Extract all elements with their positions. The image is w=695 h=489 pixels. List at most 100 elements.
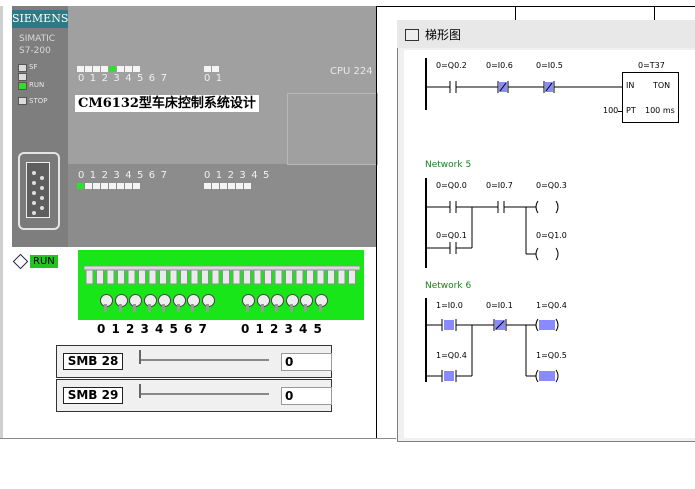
r1-contact3-caption: 0=I0.5	[536, 61, 563, 70]
smb29-track[interactable]	[139, 393, 269, 395]
n6-c2-caption: 0=I0.1	[486, 301, 513, 310]
terminal-screw-16	[253, 269, 262, 285]
input-switch-b-1[interactable]	[256, 294, 270, 314]
output-b-led-0	[204, 66, 211, 72]
n6-contact-q0-4[interactable]	[442, 368, 456, 386]
project-title: CM6132型车床控制系统设计	[75, 95, 259, 112]
cpu-label: CPU 224	[330, 66, 373, 77]
input-a-led-6	[125, 183, 132, 189]
run-indicator[interactable]: RUN	[12, 251, 58, 270]
switch-b-digit-3: 3	[284, 322, 293, 336]
timer-in-label: IN	[626, 81, 635, 90]
input-b-led-5	[244, 183, 251, 189]
terminal-screw-14	[232, 269, 241, 285]
input-a-digit-6: 6	[148, 170, 156, 181]
n6-coil-q0-4[interactable]	[534, 318, 562, 332]
input-switch-b-2[interactable]	[271, 294, 284, 314]
smb28-thumb[interactable]	[139, 350, 149, 364]
input-b-digit-5: 5	[262, 170, 270, 181]
smb29-label: SMB 29	[63, 387, 123, 404]
sf-led-2	[18, 73, 27, 81]
smb28-value[interactable]: 0	[281, 353, 332, 371]
output-a-digit-4: 4	[125, 73, 132, 84]
input-switch-b-5[interactable]	[314, 294, 328, 314]
r1-contact-q0-2[interactable]	[448, 78, 458, 96]
input-switch-a-2[interactable]	[129, 294, 142, 314]
input-b-digit-2: 2	[227, 170, 234, 181]
n6-contact-i0-0[interactable]	[442, 316, 456, 334]
input-switch-a-5[interactable]	[172, 294, 186, 314]
background-window-2[interactable]	[515, 6, 655, 21]
switch-b-digit-4: 4	[299, 322, 308, 336]
r1-contact-i0-5[interactable]	[543, 78, 555, 96]
network-6-label: Network 6	[425, 281, 472, 291]
pt-wire	[618, 111, 622, 112]
background-window-3[interactable]	[654, 6, 695, 21]
input-switch-a-4[interactable]	[158, 294, 171, 314]
terminal-blocks	[83, 265, 361, 286]
n6-c1-caption: 1=I0.0	[436, 301, 463, 310]
n5-c1-caption: 0=Q0.0	[436, 181, 467, 190]
switch-digits-b: 012345	[241, 322, 328, 336]
input-switch-b-4[interactable]	[300, 294, 313, 314]
terminal-screw-1	[96, 269, 104, 285]
background-window-1[interactable]	[376, 6, 516, 21]
input-switch-b-0[interactable]	[242, 294, 255, 314]
terminal-screw-3	[117, 269, 125, 285]
input-switch-b-3[interactable]	[285, 294, 299, 314]
mode-diamond-icon	[12, 253, 29, 270]
timer-unit: 100 ms	[645, 106, 675, 115]
smb28-track[interactable]	[139, 359, 269, 361]
input-a-led-5	[117, 183, 124, 189]
cartridge-slot	[287, 93, 378, 165]
input-a-digit-0: 0	[78, 170, 85, 181]
r1-contact-i0-6[interactable]	[497, 78, 509, 96]
output-a-led-1	[85, 66, 92, 72]
input-switches	[92, 292, 334, 320]
terminal-screw-22	[316, 269, 325, 285]
terminal-screw-18	[274, 269, 283, 285]
switch-a-digit-1: 1	[111, 322, 120, 336]
input-switch-a-7[interactable]	[201, 294, 215, 314]
smb29-thumb[interactable]	[139, 384, 149, 398]
output-a-digit-7: 7	[160, 73, 167, 84]
input-switch-a-3[interactable]	[143, 294, 157, 314]
input-a-digit-5: 5	[136, 170, 144, 181]
terminal-screw-17	[264, 269, 272, 285]
stop-led	[18, 97, 27, 105]
terminal-screw-2	[106, 269, 115, 285]
input-digits-b: 012345	[204, 170, 275, 181]
terminal-screw-21	[306, 269, 314, 285]
input-switch-a-1[interactable]	[114, 294, 128, 314]
input-leds-a	[77, 183, 141, 189]
terminal-screw-0	[85, 269, 94, 285]
switch-a-digit-2: 2	[126, 322, 135, 336]
input-a-digit-1: 1	[89, 170, 97, 181]
terminal-screw-19	[285, 269, 293, 285]
input-a-digit-4: 4	[125, 170, 132, 181]
terminal-screw-5	[138, 269, 146, 285]
input-a-led-2	[93, 183, 100, 189]
terminal-screw-13	[222, 269, 230, 285]
switch-a-digit-4: 4	[155, 322, 164, 336]
input-switch-a-0[interactable]	[100, 294, 113, 314]
timer-box[interactable]: IN TON PT 100 ms	[622, 72, 679, 123]
ladder-window-title: 梯形图	[425, 28, 462, 42]
input-b-led-3	[228, 183, 235, 189]
n5-coil-q1-0[interactable]	[534, 247, 562, 261]
input-a-led-7	[133, 183, 140, 189]
smb29-value[interactable]: 0	[281, 387, 332, 405]
n6-coil-q0-5[interactable]	[534, 368, 562, 382]
run-badge: RUN	[30, 255, 58, 268]
output-a-led-0	[77, 66, 84, 72]
n5-coil-q0-3[interactable]	[534, 200, 562, 214]
host-window-edge	[0, 6, 3, 438]
input-a-digit-7: 7	[160, 170, 167, 181]
input-switch-a-6[interactable]	[187, 294, 200, 314]
input-leds-b	[204, 183, 252, 189]
n6-contact-i0-1[interactable]	[494, 316, 508, 334]
output-a-digit-0: 0	[78, 73, 85, 84]
input-a-led-3	[101, 183, 108, 189]
input-b-led-4	[236, 183, 243, 189]
host-window-bottom	[0, 438, 396, 439]
